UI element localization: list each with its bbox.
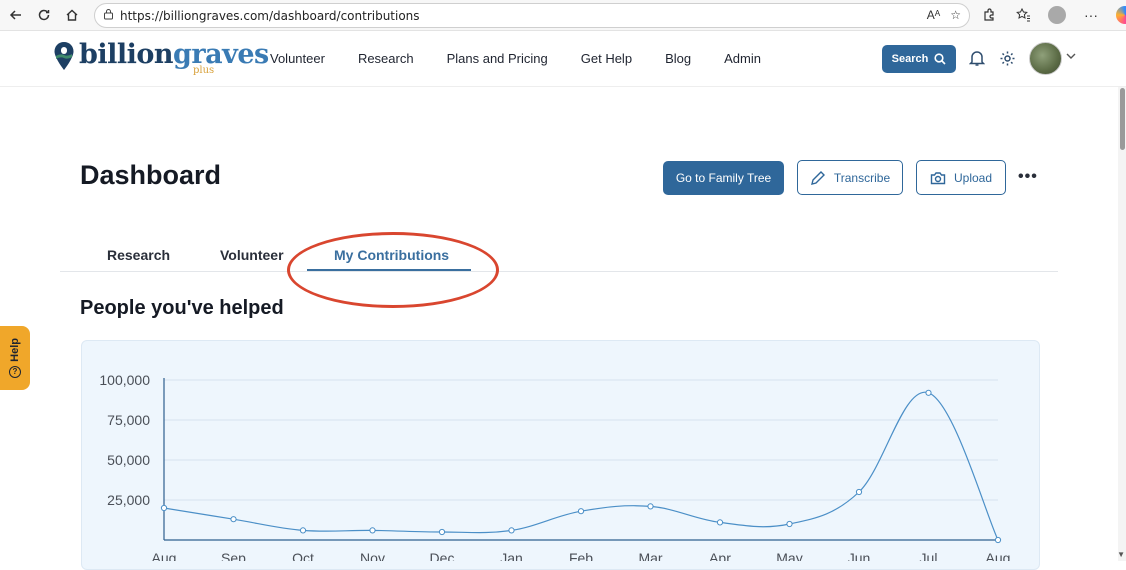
- address-bar[interactable]: https://billiongraves.com/dashboard/cont…: [94, 3, 970, 28]
- x-tick-label: Dec: [430, 550, 455, 561]
- x-tick-label: Mar: [638, 550, 662, 561]
- tab-research[interactable]: Research: [107, 247, 170, 263]
- search-icon: [934, 53, 946, 65]
- data-point: [161, 505, 166, 510]
- data-point: [370, 528, 375, 533]
- more-options-icon[interactable]: •••: [1018, 168, 1038, 186]
- profile-icon[interactable]: [1044, 2, 1070, 28]
- search-button-label: Search: [892, 53, 929, 65]
- data-point: [439, 529, 444, 534]
- annotation-circle: [287, 232, 499, 308]
- home-icon[interactable]: [58, 1, 86, 29]
- data-point: [926, 390, 931, 395]
- logo-pin-icon: [53, 41, 75, 71]
- url-text: https://billiongraves.com/dashboard/cont…: [120, 9, 420, 23]
- x-tick-label: Aug: [986, 550, 1011, 561]
- chevron-down-icon[interactable]: [1066, 51, 1076, 63]
- transcribe-button[interactable]: Transcribe: [797, 160, 903, 195]
- x-tick-label: Feb: [569, 550, 593, 561]
- upload-button[interactable]: Upload: [916, 160, 1006, 195]
- billiongraves-logo[interactable]: billiongraves plus: [53, 41, 269, 71]
- y-tick-label: 100,000: [99, 372, 150, 388]
- main-nav: Volunteer Research Plans and Pricing Get…: [270, 51, 794, 66]
- copilot-icon[interactable]: [1112, 2, 1126, 28]
- x-tick-label: Nov: [360, 550, 385, 561]
- data-point: [578, 509, 583, 514]
- data-point: [231, 517, 236, 522]
- data-point: [717, 520, 722, 525]
- data-point: [787, 521, 792, 526]
- favorites-icon[interactable]: [1010, 2, 1036, 28]
- logo-text-billion: billion: [79, 39, 173, 70]
- data-point: [856, 489, 861, 494]
- settings-gear-icon[interactable]: [996, 47, 1018, 69]
- x-tick-label: May: [776, 550, 802, 561]
- back-icon[interactable]: [2, 1, 30, 29]
- x-tick-label: Oct: [292, 550, 314, 561]
- x-tick-label: Apr: [709, 550, 731, 561]
- x-tick-label: Sep: [221, 550, 246, 561]
- logo-text-graves: graves: [173, 39, 269, 70]
- user-avatar[interactable]: [1029, 42, 1062, 75]
- scrollbar-thumb[interactable]: [1120, 88, 1125, 150]
- nav-volunteer[interactable]: Volunteer: [270, 51, 325, 66]
- scroll-down-arrow-icon[interactable]: ▼: [1117, 550, 1125, 559]
- dashboard-tabs: Research Volunteer My Contributions: [60, 242, 1058, 272]
- data-point: [995, 537, 1000, 542]
- nav-admin[interactable]: Admin: [724, 51, 761, 66]
- series-line: [164, 392, 998, 540]
- go-to-family-tree-button[interactable]: Go to Family Tree: [663, 161, 784, 195]
- more-menu-icon[interactable]: ···: [1078, 2, 1104, 28]
- data-point: [509, 528, 514, 533]
- read-aloud-icon[interactable]: Aᴬ: [927, 8, 940, 22]
- nav-plans-and-pricing[interactable]: Plans and Pricing: [447, 51, 548, 66]
- extensions-icon[interactable]: [976, 2, 1002, 28]
- tab-volunteer[interactable]: Volunteer: [220, 247, 284, 263]
- x-tick-label: Aug: [152, 550, 177, 561]
- nav-research[interactable]: Research: [358, 51, 414, 66]
- search-button[interactable]: Search: [882, 45, 956, 73]
- help-tab-label: Help: [9, 338, 21, 362]
- site-header: billiongraves plus Volunteer Research Pl…: [0, 31, 1126, 87]
- refresh-icon[interactable]: [30, 1, 58, 29]
- lock-icon: [103, 7, 114, 25]
- y-tick-label: 25,000: [107, 492, 150, 508]
- logo-plus-label: plus: [193, 65, 214, 76]
- nav-get-help[interactable]: Get Help: [581, 51, 632, 66]
- x-tick-label: Jan: [500, 550, 523, 561]
- y-tick-label: 50,000: [107, 452, 150, 468]
- transcribe-button-label: Transcribe: [834, 171, 890, 185]
- nav-blog[interactable]: Blog: [665, 51, 691, 66]
- data-point: [648, 504, 653, 509]
- x-tick-label: Jun: [848, 550, 871, 561]
- people-helped-line-chart: 25,000 50,000 75,000 100,000 Aug Sep Oct Nov Dec…: [81, 340, 1040, 561]
- notifications-bell-icon[interactable]: [966, 47, 988, 69]
- data-point: [300, 528, 305, 533]
- section-title: People you've helped: [80, 297, 284, 320]
- help-side-tab[interactable]: Help ?: [0, 326, 30, 390]
- help-question-icon: ?: [9, 366, 21, 378]
- pencil-icon: [810, 170, 826, 186]
- browser-toolbar: https://billiongraves.com/dashboard/cont…: [0, 0, 1126, 31]
- page-title: Dashboard: [80, 160, 221, 191]
- page-scrollbar[interactable]: [1118, 87, 1126, 561]
- upload-button-label: Upload: [954, 171, 992, 185]
- camera-icon: [930, 171, 946, 185]
- x-tick-label: Jul: [920, 550, 938, 561]
- favorite-star-icon[interactable]: ☆: [950, 8, 961, 22]
- y-tick-label: 75,000: [107, 412, 150, 428]
